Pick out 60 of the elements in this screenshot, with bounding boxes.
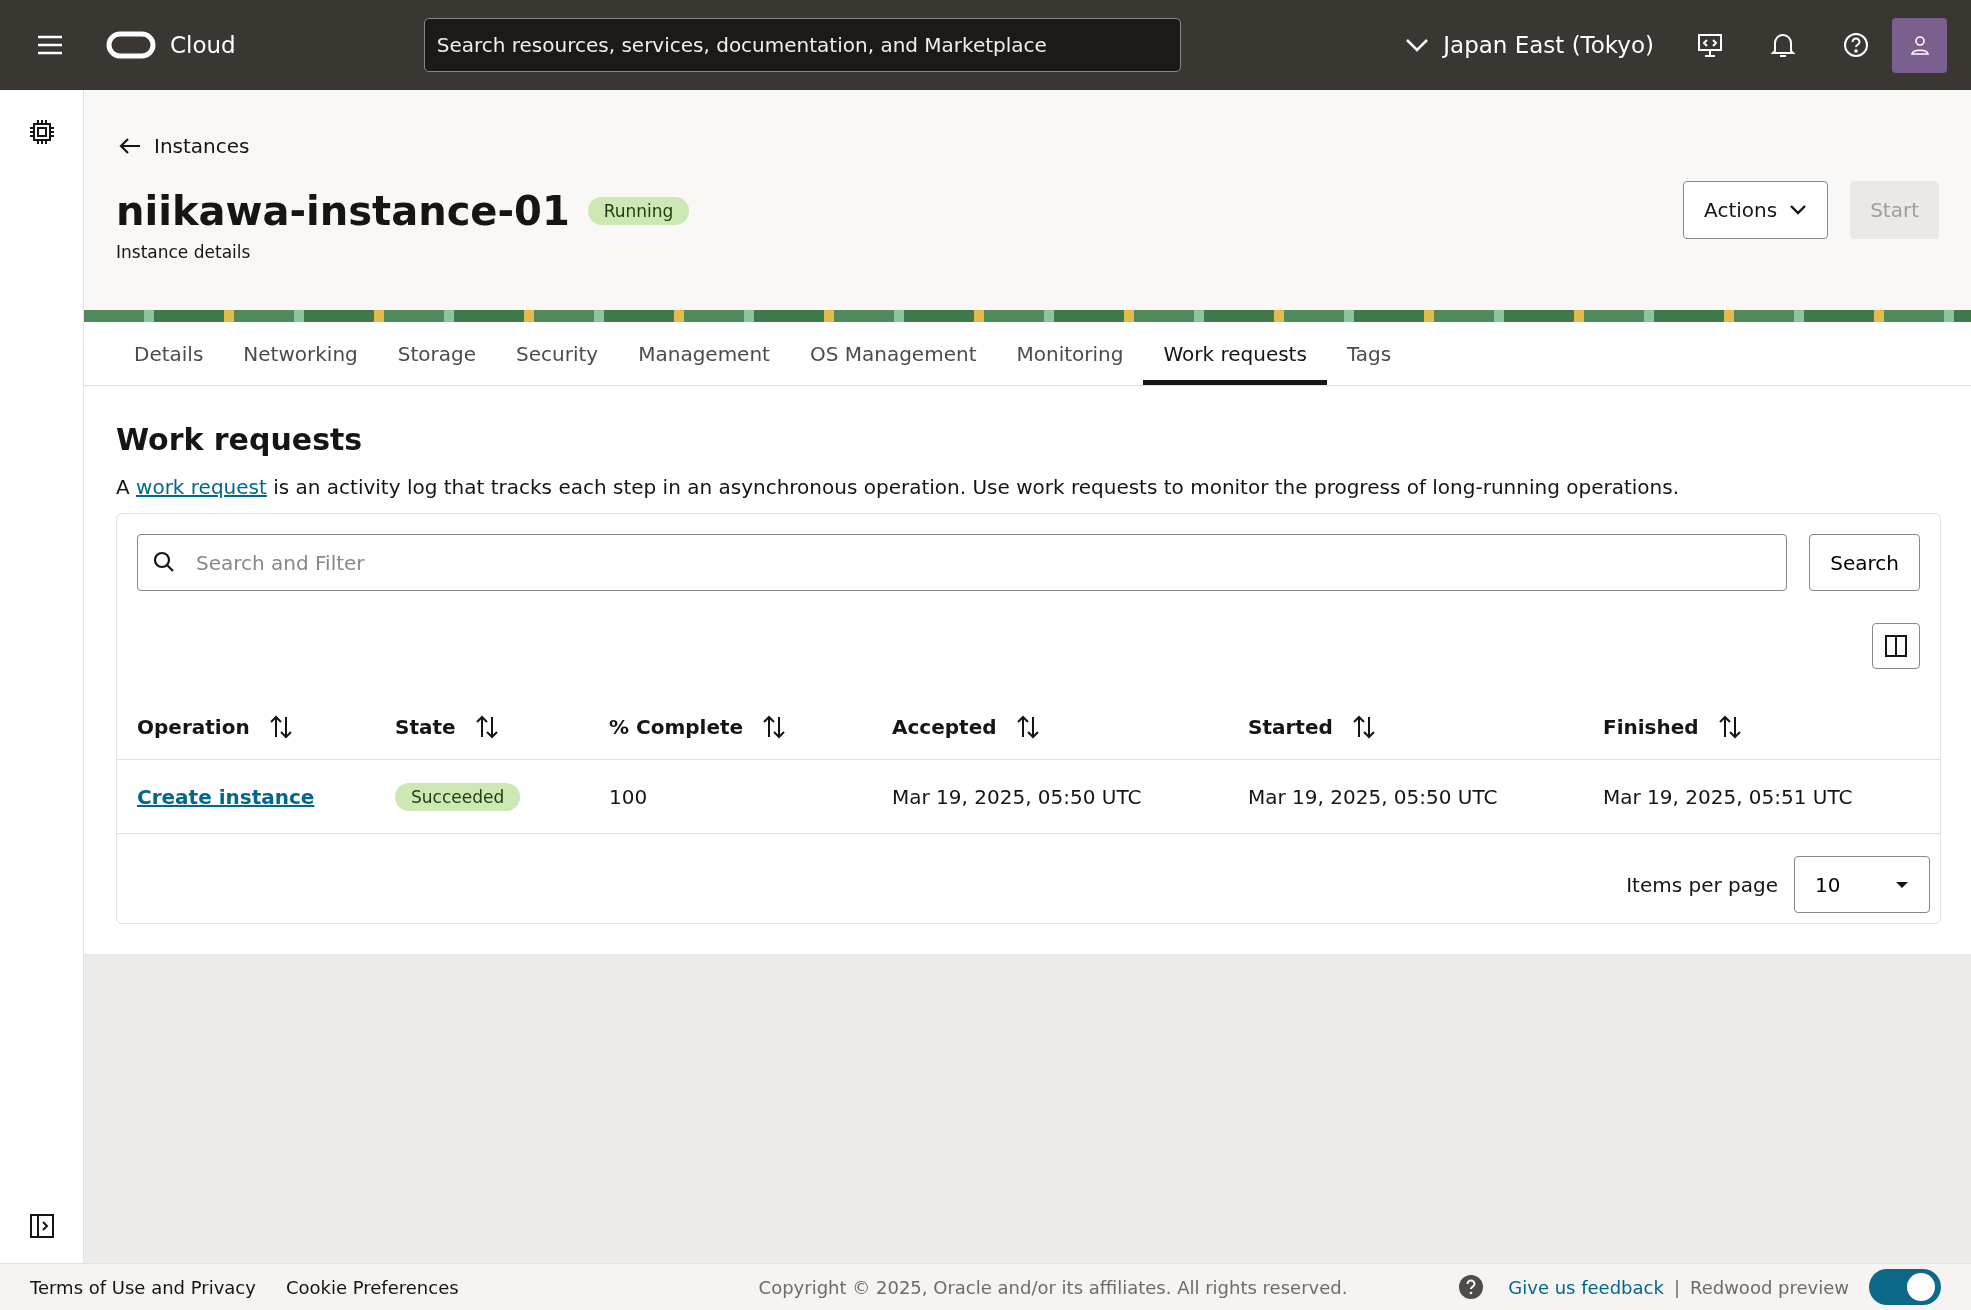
section-description: A work request is an activity log that tracks each step in an asynchronous operation. Use work requests to monitor the progress of long-running operations. <box>116 475 1680 499</box>
tab[interactable]: OS Management <box>789 322 997 385</box>
separator-text: | <box>1673 1276 1680 1298</box>
sort-icon[interactable] <box>763 715 786 739</box>
search-icon <box>153 551 175 573</box>
tab[interactable]: Monitoring <box>996 322 1144 385</box>
search-field[interactable]: Search resources, services, documentation, and Marketplace <box>423 18 1181 72</box>
column-header: Started <box>1248 715 1333 739</box>
page-title: niikawa-instance-01 <box>116 188 570 234</box>
tab[interactable]: Security <box>496 322 619 385</box>
chevron-down-icon <box>1405 38 1430 52</box>
dropdown-arrow-icon <box>1895 880 1909 889</box>
back-arrow-icon <box>118 137 142 155</box>
region-selector[interactable]: Japan East (Tokyo) <box>1399 31 1660 59</box>
items-per-page-select[interactable]: 10 <box>1794 856 1930 913</box>
chip-icon[interactable] <box>27 118 56 146</box>
sort-icon[interactable] <box>269 715 292 739</box>
tab[interactable]: Networking <box>223 322 378 385</box>
columns-icon <box>1885 635 1907 657</box>
logo-icon <box>106 31 156 59</box>
column-header: State <box>395 715 456 739</box>
sort-icon[interactable] <box>1718 715 1741 739</box>
copyright-text: Copyright © 2025, Oracle and/or its affiliates. All rights reserved. <box>758 1276 1348 1298</box>
work-request-link[interactable]: work request <box>136 475 267 499</box>
column-header: % Complete <box>609 715 744 739</box>
footer-link[interactable]: Terms of Use and Privacy <box>30 1276 256 1298</box>
tab[interactable]: Management <box>618 322 790 385</box>
filter-field[interactable]: Search and Filter <box>137 534 1788 591</box>
tab[interactable]: Tags <box>1326 322 1412 385</box>
search-button[interactable]: Search <box>1809 534 1920 591</box>
feedback-link[interactable]: Give us feedback <box>1508 1276 1664 1298</box>
table-cell: Mar 19, 2025, 05:51 UTC <box>1603 784 1853 809</box>
preview-label: Redwood preview <box>1689 1276 1849 1298</box>
columns-button[interactable] <box>1872 623 1920 669</box>
brand-name: Cloud <box>170 32 236 58</box>
table-cell: Mar 19, 2025, 05:50 UTC <box>892 784 1142 809</box>
tab[interactable]: Storage <box>377 322 497 385</box>
tab[interactable]: Details <box>114 322 224 385</box>
column-header: Finished <box>1603 715 1699 739</box>
sort-icon[interactable] <box>475 715 498 739</box>
state-badge: Succeeded <box>395 782 521 811</box>
user-avatar[interactable] <box>1892 17 1947 73</box>
chevron-down-icon <box>1789 204 1808 216</box>
table-cell: 100 <box>609 784 648 809</box>
section-title: Work requests <box>116 422 364 457</box>
table-cell: Mar 19, 2025, 05:50 UTC <box>1248 784 1498 809</box>
items-per-page-label: Items per page <box>1626 872 1778 897</box>
column-header: Operation <box>137 715 250 739</box>
footer-link[interactable]: Cookie Preferences <box>285 1276 459 1298</box>
expand-panel-icon[interactable] <box>28 1213 55 1239</box>
preview-toggle[interactable] <box>1869 1269 1941 1305</box>
actions-menu-button[interactable]: Actions <box>1683 181 1829 239</box>
status-badge: Running <box>587 197 690 225</box>
page-subtitle: Instance details <box>116 242 252 262</box>
sort-icon[interactable] <box>1352 715 1375 739</box>
column-header: Accepted <box>892 715 997 739</box>
sort-icon[interactable] <box>1016 715 1039 739</box>
operation-link[interactable]: Create instance <box>137 784 315 809</box>
help-icon[interactable] <box>1458 1274 1485 1300</box>
back-link[interactable]: Instances <box>116 134 1939 158</box>
